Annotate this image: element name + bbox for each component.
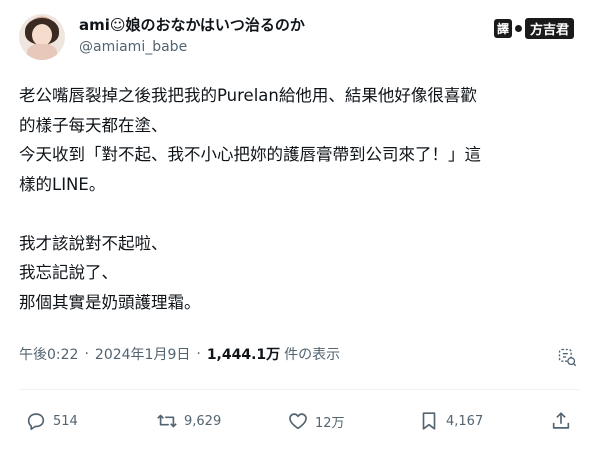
translator-watermark: 譯 方吉君 [493,18,574,39]
meta-separator: · [196,346,201,362]
bookmark-icon [422,412,436,430]
share-button[interactable] [550,405,572,437]
tweet-meta: 午後0:22 · 2024年1月9日 · 1,444.1万 件の表示 [19,344,340,364]
tweet-line: 的樣子每天都在塗、 [19,115,168,135]
author-names: ami☺娘のおなかはいつ治るのか @amiami_babe [79,15,305,57]
handle[interactable]: @amiami_babe [79,37,305,57]
retweet-button[interactable]: 9,629 [156,405,221,437]
action-bar: 514 9,629 12万 4,167 [0,405,598,437]
tweet-line: 我忘記說了、 [19,263,118,282]
share-icon [552,412,570,429]
retweet-count: 9,629 [184,413,222,429]
avatar[interactable] [19,14,65,60]
grok-analyze-icon[interactable] [557,347,577,367]
watermark-name: 方吉君 [524,18,574,39]
reply-icon [27,413,45,431]
divider [19,389,579,390]
views-label: 件の表示 [284,347,341,363]
bookmark-button[interactable]: 4,167 [418,405,483,437]
tweet-time[interactable]: 午後0:22 [19,344,78,364]
tweet-date[interactable]: 2024年1月9日 [95,344,190,364]
display-name[interactable]: ami☺娘のおなかはいつ治るのか [79,15,305,35]
like-button[interactable]: 12万 [287,405,345,437]
tweet-line: 那個其實是奶頭護理霜。 [19,292,201,312]
watermark-dot [514,25,522,32]
watermark-badge: 譯 [493,19,512,38]
tweet-line: 今天收到「對不起、我不小心把妳的護唇膏帶到公司來了！」這 [19,145,481,164]
tweet-line: 樣的LINE。 [19,174,106,194]
reply-count: 514 [53,413,78,429]
meta-separator: · [84,346,89,362]
retweet-icon [157,414,177,428]
tweet-header: ami☺娘のおなかはいつ治るのか @amiami_babe 譯 方吉君 [19,12,582,62]
views-count: 1,444.1万 [206,347,281,363]
tweet-line: 老公嘴唇裂掉之後我把我的Purelan給他用、結果他好像很喜歡 [19,86,477,105]
tweet-line: 我才該說對不起啦、 [19,233,168,253]
like-count: 12万 [315,415,345,431]
reply-button[interactable]: 514 [25,405,78,437]
tweet-text: 老公嘴唇裂掉之後我把我的Purelan給他用、結果他好像很喜歡 的樣子每天都在塗… [19,81,584,317]
bookmark-count: 4,167 [446,413,484,429]
heart-icon [289,413,307,430]
